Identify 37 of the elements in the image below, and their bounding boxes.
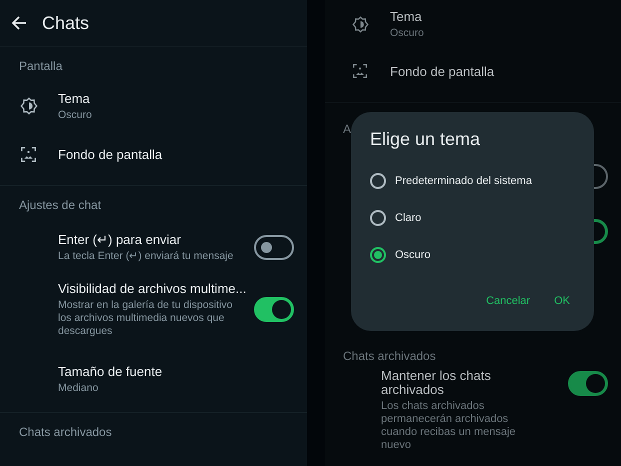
section-heading: A: [342, 122, 352, 136]
theme-icon: [20, 97, 38, 115]
section-heading: Chats archivados: [342, 349, 437, 363]
section-heading: Pantalla: [18, 58, 64, 75]
setting-title[interactable]: Tema: [58, 90, 294, 107]
radio-button[interactable]: [370, 246, 386, 262]
setting-title[interactable]: Tema: [390, 8, 608, 25]
radio-button[interactable]: [370, 172, 386, 188]
toggle-switch[interactable]: [254, 234, 294, 260]
setting-description: Los chats archivados permanecerán archivados cuando recibas un mensaje nuevo: [381, 400, 517, 452]
setting-description: Mediano: [58, 382, 100, 395]
setting-description: Oscuro: [58, 109, 93, 122]
option-label[interactable]: Oscuro: [395, 248, 430, 260]
toggle-switch[interactable]: [254, 296, 294, 322]
section-heading: Chats archivados: [18, 424, 113, 441]
theme-icon: [352, 16, 369, 32]
radio-button[interactable]: [370, 210, 386, 226]
setting-title[interactable]: Fondo de pantalla: [390, 62, 608, 80]
wallpaper-icon: [352, 63, 368, 79]
section-heading: Ajustes de chat: [18, 197, 102, 214]
option-label[interactable]: Predeterminado del sistema: [395, 174, 532, 186]
setting-title[interactable]: Tamaño de fuente: [58, 363, 294, 380]
setting-title[interactable]: Visibilidad de archivos multime...: [58, 280, 244, 297]
setting-title[interactable]: Enter (↵) para enviar: [58, 231, 244, 248]
back-arrow-icon[interactable]: [11, 15, 27, 31]
setting-title[interactable]: Fondo de pantalla: [58, 146, 294, 162]
option-label[interactable]: Claro: [395, 212, 422, 224]
page-title: Chats: [42, 12, 90, 34]
setting-description: Oscuro: [390, 27, 425, 40]
setting-description: Mostrar en la galería de tu dispositivo los archivos multimedia nuevos que descargues: [58, 299, 234, 338]
dialog-button[interactable]: Cancelar: [476, 289, 540, 313]
dialog-button[interactable]: OK: [544, 289, 580, 313]
setting-description: La tecla Enter (↵) enviará tu mensaje: [58, 250, 234, 263]
dialog-title: Elige un tema: [370, 128, 482, 150]
toggle-switch[interactable]: [568, 371, 608, 396]
wallpaper-icon: [20, 146, 37, 162]
setting-title[interactable]: Mantener los chats archivados: [381, 369, 531, 397]
